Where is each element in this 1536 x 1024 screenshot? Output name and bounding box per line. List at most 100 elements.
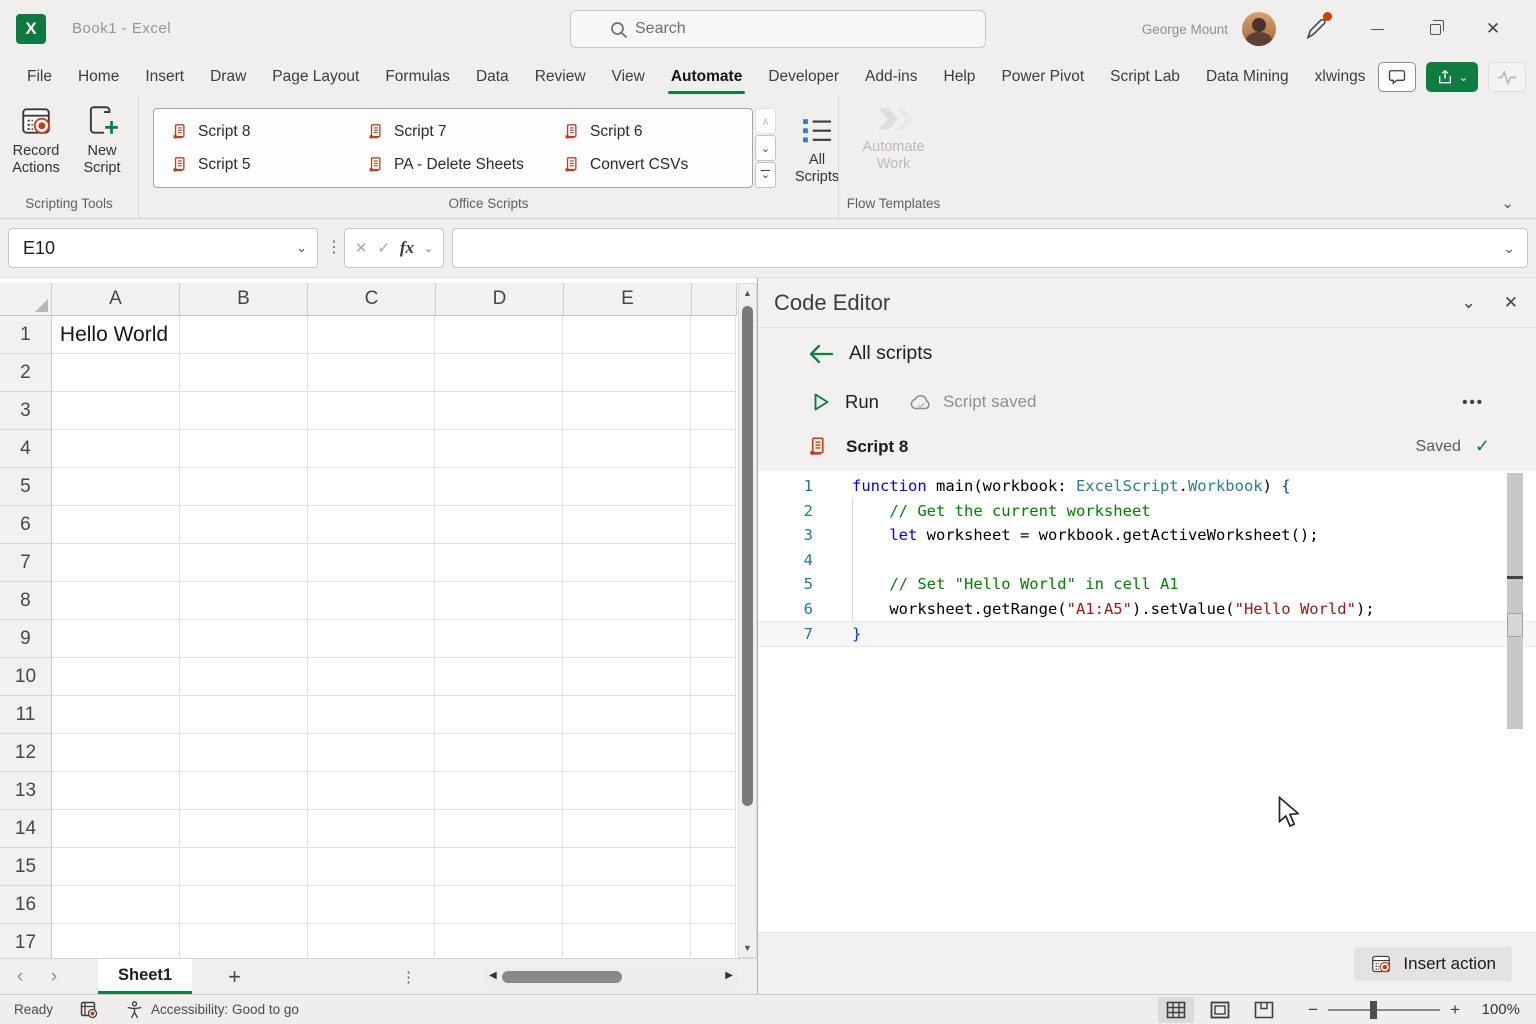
cell-partial-2[interactable] [691, 354, 736, 392]
more-options-icon[interactable]: ••• [1462, 394, 1484, 411]
cell-A15[interactable] [52, 848, 180, 886]
cell-B3[interactable] [180, 392, 308, 430]
cell-C5[interactable] [308, 468, 436, 506]
gallery-scroll-down[interactable]: ⌄ [755, 135, 776, 161]
cell-A14[interactable] [52, 810, 180, 848]
cell-D16[interactable] [435, 886, 563, 924]
cell-B2[interactable] [180, 354, 308, 392]
scroll-down-icon[interactable]: ▼ [743, 943, 752, 953]
gallery-item-script-6[interactable]: Script 6 [548, 115, 744, 148]
cell-C12[interactable] [308, 734, 436, 772]
cell-A10[interactable] [52, 658, 180, 696]
restore-button[interactable] [1420, 0, 1450, 58]
scroll-left-icon[interactable]: ◀ [489, 970, 497, 981]
cell-B9[interactable] [180, 620, 308, 658]
ribbon-tab-power-pivot[interactable]: Power Pivot [988, 58, 1097, 96]
ribbon-tab-data-mining[interactable]: Data Mining [1193, 58, 1302, 96]
cell-C7[interactable] [308, 544, 436, 582]
cell-C10[interactable] [308, 658, 436, 696]
cell-D8[interactable] [435, 582, 563, 620]
page-break-view-button[interactable] [1246, 997, 1282, 1023]
ribbon-tab-add-ins[interactable]: Add-ins [852, 58, 931, 96]
cell-C8[interactable] [308, 582, 436, 620]
code-line-2[interactable]: 2 // Get the current worksheet [758, 499, 1536, 524]
cell-partial-17[interactable] [691, 924, 736, 958]
run-play-icon[interactable] [810, 391, 832, 413]
cell-A13[interactable] [52, 772, 180, 810]
cell-E7[interactable] [563, 544, 691, 582]
cell-partial-7[interactable] [691, 544, 736, 582]
horizontal-scrollbar[interactable]: ◀ ▶ [482, 966, 740, 988]
cell-D4[interactable] [435, 430, 563, 468]
cell-D7[interactable] [435, 544, 563, 582]
cell-C14[interactable] [308, 810, 436, 848]
row-header-11[interactable]: 11 [0, 696, 52, 734]
cell-B10[interactable] [180, 658, 308, 696]
code-line-4[interactable]: 4 [758, 548, 1536, 573]
scroll-right-icon[interactable]: ▶ [725, 970, 733, 981]
horizontal-scrollbar-thumb[interactable] [502, 971, 622, 983]
close-button[interactable]: ✕ [1478, 0, 1508, 58]
gallery-item-script-8[interactable]: Script 8 [156, 115, 352, 148]
row-header-1[interactable]: 1 [0, 316, 52, 354]
vertical-scrollbar[interactable]: ▲ ▼ [738, 283, 757, 958]
cell-D13[interactable] [435, 772, 563, 810]
cell-A12[interactable] [52, 734, 180, 772]
cell-B12[interactable] [180, 734, 308, 772]
cell-A2[interactable] [52, 354, 180, 392]
ribbon-tab-formulas[interactable]: Formulas [372, 58, 463, 96]
cell-C2[interactable] [308, 354, 436, 392]
cell-partial-11[interactable] [691, 696, 736, 734]
row-header-10[interactable]: 10 [0, 658, 52, 696]
cell-E2[interactable] [563, 354, 691, 392]
cell-D17[interactable] [435, 924, 563, 958]
cell-E11[interactable] [563, 696, 691, 734]
row-header-13[interactable]: 13 [0, 772, 52, 810]
cell-C11[interactable] [308, 696, 436, 734]
gallery-item-pa-delete-sheets[interactable]: PA - Delete Sheets [352, 148, 548, 181]
macro-record-button[interactable] [79, 1000, 99, 1020]
cell-A16[interactable] [52, 886, 180, 924]
cell-partial-6[interactable] [691, 506, 736, 544]
cell-D11[interactable] [435, 696, 563, 734]
ribbon-tab-file[interactable]: File [14, 58, 65, 96]
code-line-3[interactable]: 3 let worksheet = workbook.getActiveWork… [758, 523, 1536, 548]
gallery-item-script-5[interactable]: Script 5 [156, 148, 352, 181]
cell-E16[interactable] [563, 886, 691, 924]
confirm-entry-icon[interactable]: ✓ [377, 239, 390, 257]
ribbon-tab-help[interactable]: Help [931, 58, 989, 96]
row-header-16[interactable]: 16 [0, 886, 52, 924]
insert-action-button[interactable]: Insert action [1354, 947, 1512, 981]
cell-partial-12[interactable] [691, 734, 736, 772]
record-actions-button[interactable]: RecordActions [5, 104, 67, 177]
row-header-8[interactable]: 8 [0, 582, 52, 620]
ribbon-tab-insert[interactable]: Insert [132, 58, 197, 96]
cell-E9[interactable] [563, 620, 691, 658]
minimize-button[interactable] [1362, 0, 1392, 58]
ribbon-tab-view[interactable]: View [599, 58, 658, 96]
cell-partial-15[interactable] [691, 848, 736, 886]
next-sheet-icon[interactable]: › [40, 966, 68, 988]
cell-E8[interactable] [563, 582, 691, 620]
zoom-slider-thumb[interactable] [1370, 1001, 1377, 1019]
sheet-tab-sheet1[interactable]: Sheet1 [98, 959, 192, 994]
editor-overview-ruler[interactable] [1507, 473, 1523, 729]
ribbon-tab-home[interactable]: Home [65, 58, 132, 96]
column-header-e[interactable]: E [564, 283, 692, 316]
select-all-corner[interactable] [0, 283, 52, 316]
cell-E10[interactable] [563, 658, 691, 696]
row-header-12[interactable]: 12 [0, 734, 52, 772]
cell-D10[interactable] [435, 658, 563, 696]
cell-B5[interactable] [180, 468, 308, 506]
cell-partial-13[interactable] [691, 772, 736, 810]
panel-close-icon[interactable]: ✕ [1504, 293, 1518, 313]
cell-C3[interactable] [308, 392, 436, 430]
cell-C13[interactable] [308, 772, 436, 810]
ribbon-tab-automate[interactable]: Automate [658, 58, 755, 96]
cell-D14[interactable] [435, 810, 563, 848]
code-line-7[interactable]: 7} [758, 622, 1536, 647]
insert-function-icon[interactable]: fx [400, 238, 414, 258]
cell-B15[interactable] [180, 848, 308, 886]
code-line-6[interactable]: 6 worksheet.getRange("A1:A5").setValue("… [758, 597, 1536, 622]
fx-chevron-icon[interactable]: ⌄ [424, 242, 433, 255]
